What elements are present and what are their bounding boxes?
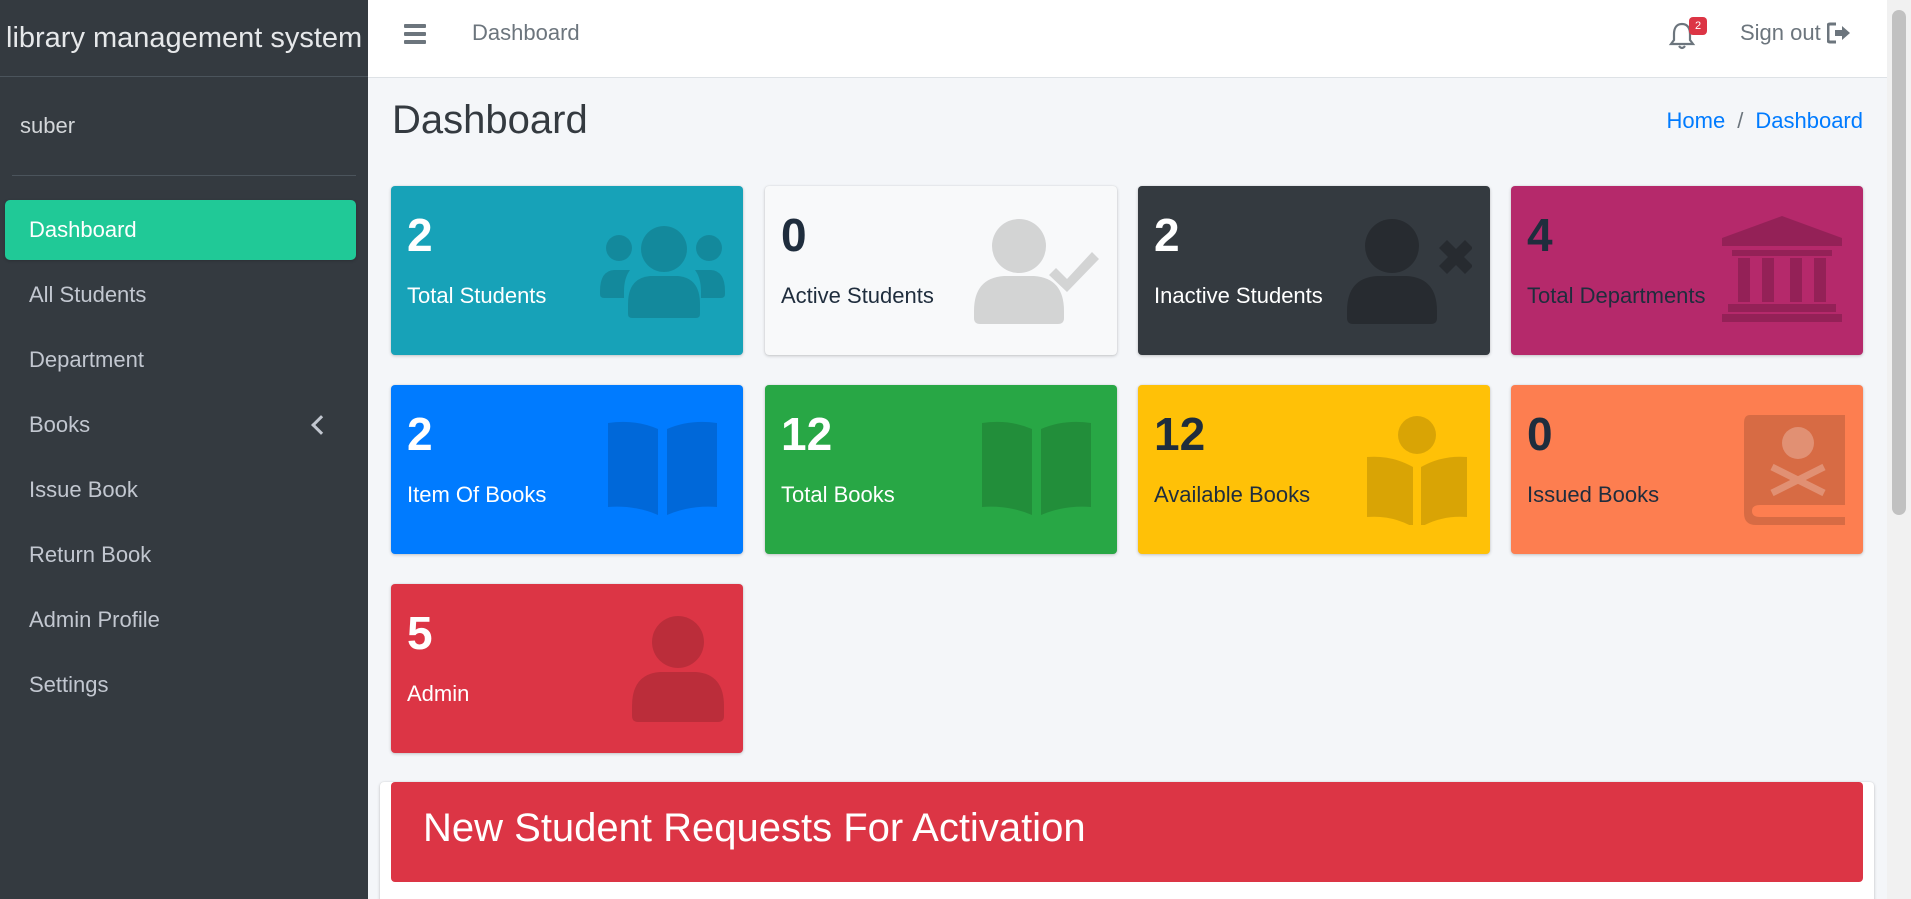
sidebar-item-label: Return Book	[29, 542, 152, 567]
users-icon	[600, 226, 725, 318]
card-title: New Student Requests For Activation	[423, 806, 1086, 850]
sign-out-label: Sign out	[1740, 20, 1821, 45]
stat-box-total-departments[interactable]: 4 Total Departments	[1511, 186, 1863, 355]
user-panel[interactable]: suber	[12, 77, 356, 176]
stat-value: 2	[407, 209, 433, 261]
stat-value: 2	[1154, 209, 1180, 261]
sidebar-item-label: All Students	[29, 282, 147, 307]
sidebar-item-label: Department	[29, 347, 144, 372]
stat-value: 12	[1154, 408, 1206, 460]
chevron-left-icon	[311, 415, 331, 435]
breadcrumb-separator: /	[1737, 108, 1744, 133]
sidebar-item-return-book[interactable]: Return Book	[5, 525, 356, 585]
brand-link[interactable]: library management system	[0, 0, 368, 77]
stat-value: 4	[1527, 209, 1553, 261]
stat-value: 0	[781, 209, 807, 261]
book-dead-icon	[1744, 415, 1845, 525]
sidebar-item-admin-profile[interactable]: Admin Profile	[5, 590, 356, 650]
sidebar-item-department[interactable]: Department	[5, 330, 356, 390]
book-open-icon	[982, 421, 1091, 515]
user-check-icon	[974, 219, 1099, 324]
sidebar-item-issue-book[interactable]: Issue Book	[5, 460, 356, 520]
sidebar: library management system suber Dashboar…	[0, 0, 368, 899]
stat-value: 5	[407, 607, 433, 659]
sidebar-item-books[interactable]: Books	[5, 395, 356, 455]
user-icon	[632, 616, 724, 722]
page-title: Dashboard	[392, 98, 588, 142]
scrollbar-thumb[interactable]	[1892, 10, 1906, 515]
breadcrumb-dashboard[interactable]: Dashboard	[1755, 108, 1863, 134]
breadcrumb: Home / Dashboard	[1667, 108, 1863, 134]
stat-box-admin[interactable]: 5 Admin	[391, 584, 743, 753]
sidebar-item-label: Admin Profile	[29, 607, 160, 632]
user-times-icon	[1347, 219, 1472, 324]
stat-box-inactive-students[interactable]: 2 Inactive Students	[1138, 186, 1490, 355]
sidebar-nav: Dashboard All Students Department Books …	[0, 200, 368, 715]
sidebar-item-label: Issue Book	[29, 477, 138, 502]
stat-box-active-students[interactable]: 0 Active Students	[765, 186, 1117, 355]
student-requests-card: New Student Requests For Activation	[380, 782, 1874, 899]
stat-label: Admin	[407, 681, 470, 706]
sign-out-icon	[1826, 22, 1850, 44]
stat-label: Issued Books	[1527, 482, 1660, 507]
stat-label: Inactive Students	[1154, 283, 1323, 308]
stat-box-item-of-books[interactable]: 2 Item Of Books	[391, 385, 743, 554]
sidebar-item-label: Dashboard	[29, 217, 137, 242]
stat-label: Item Of Books	[407, 482, 547, 507]
breadcrumb-home[interactable]: Home	[1667, 108, 1726, 134]
sidebar-item-all-students[interactable]: All Students	[5, 265, 356, 325]
top-navbar: Dashboard 2 Sign out	[368, 0, 1887, 78]
menu-toggle-icon[interactable]	[404, 24, 426, 44]
stat-box-available-books[interactable]: 12 Available Books	[1138, 385, 1490, 554]
university-icon	[1722, 216, 1842, 322]
page-scrollbar[interactable]	[1887, 0, 1911, 899]
stat-label: Total Books	[781, 482, 895, 507]
stat-value: 0	[1527, 408, 1553, 460]
user-name: suber	[20, 113, 76, 138]
stat-label: Active Students	[781, 283, 934, 308]
topbar-dashboard-link[interactable]: Dashboard	[472, 20, 580, 46]
stat-box-total-books[interactable]: 12 Total Books	[765, 385, 1117, 554]
stat-value: 12	[781, 408, 833, 460]
stat-box-issued-books[interactable]: 0 Issued Books	[1511, 385, 1863, 554]
book-open-icon	[608, 421, 717, 515]
sign-out-button[interactable]: Sign out	[1740, 20, 1851, 46]
stat-label: Total Students	[407, 283, 547, 308]
brand-title: library management system	[6, 21, 363, 54]
stat-label: Available Books	[1154, 482, 1311, 507]
stat-label: Total Departments	[1527, 283, 1706, 308]
sidebar-item-dashboard[interactable]: Dashboard	[5, 200, 356, 260]
stat-value: 2	[407, 408, 433, 460]
sidebar-item-label: Settings	[29, 672, 109, 697]
sidebar-item-label: Books	[29, 412, 91, 437]
stat-box-total-students[interactable]: 2 Total Students	[391, 186, 743, 355]
sidebar-item-settings[interactable]: Settings	[5, 655, 356, 715]
book-reader-icon	[1367, 416, 1467, 525]
notification-badge: 2	[1689, 17, 1707, 35]
card-header: New Student Requests For Activation	[391, 782, 1863, 882]
